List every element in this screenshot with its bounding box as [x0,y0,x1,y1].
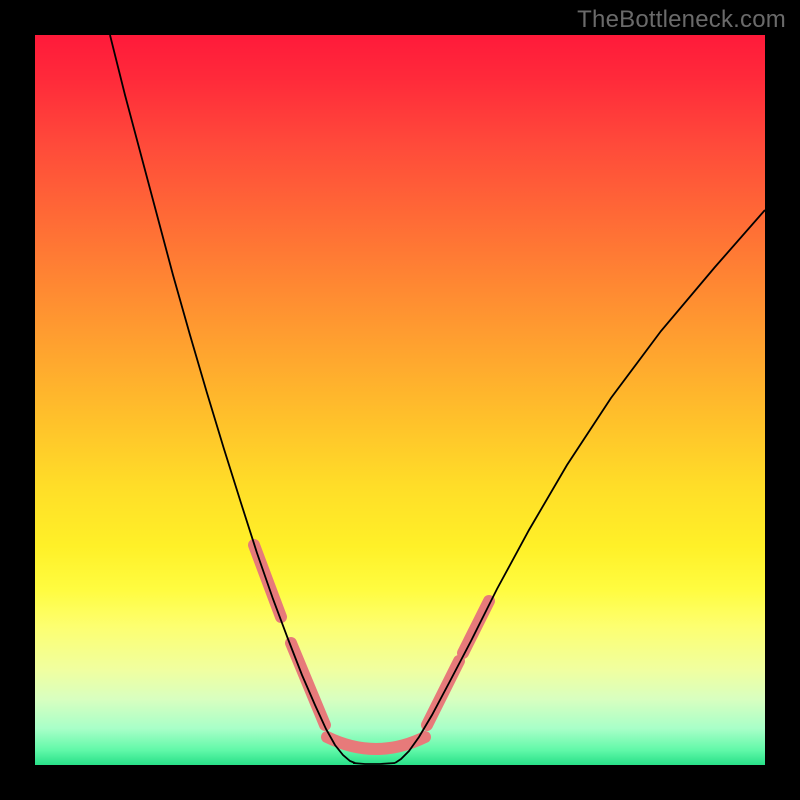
highlight-right-upper [463,601,489,653]
highlight-bands [254,545,489,749]
plot-area [35,35,765,765]
curve-layer [35,35,765,765]
floor-curve [353,763,395,764]
highlight-floor [327,737,425,749]
chart-frame: TheBottleneck.com [0,0,800,800]
right-curve [395,210,765,763]
watermark-text: TheBottleneck.com [577,6,786,34]
left-curve [110,35,355,763]
highlight-left-lower [291,643,325,725]
